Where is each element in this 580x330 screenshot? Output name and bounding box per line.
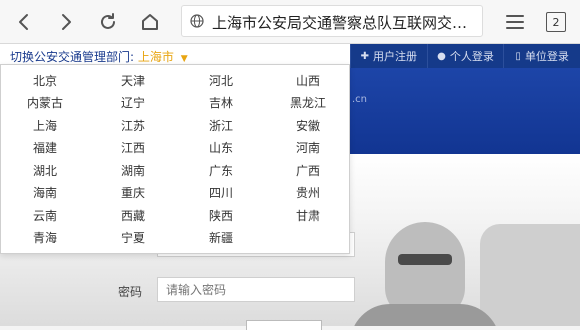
province-option[interactable]: 甘肃	[265, 204, 351, 227]
province-option[interactable]: 福建	[1, 137, 89, 160]
browser-toolbar: 上海市公安局交通警察总队互联网交… 2	[0, 0, 580, 44]
province-option[interactable]: 山西	[265, 69, 351, 92]
province-option[interactable]: 黑龙江	[265, 92, 351, 115]
home-button[interactable]	[136, 8, 164, 36]
province-option[interactable]: 重庆	[89, 182, 177, 205]
province-option[interactable]: 陕西	[177, 204, 265, 227]
forward-button[interactable]	[52, 8, 80, 36]
personal-login-link[interactable]: ● 个人登录	[426, 44, 504, 68]
province-option[interactable]: 江西	[89, 137, 177, 160]
province-option[interactable]: 广西	[265, 159, 351, 182]
reload-button[interactable]	[94, 8, 122, 36]
tab-count-button[interactable]: 2	[546, 12, 566, 32]
globe-icon	[190, 14, 204, 28]
province-option[interactable]: 河北	[177, 69, 265, 92]
plus-icon: ✚	[360, 50, 370, 62]
province-dropdown: 北京 天津 河北 山西内蒙古 辽宁 吉林 黑龙江上海 江苏 浙江 安徽福建 江西 山东 河南湖北 湖南 广东…	[0, 64, 350, 254]
register-link[interactable]: ✚ 用户注册	[350, 44, 427, 68]
province-option[interactable]: 安徽	[265, 114, 351, 137]
province-option[interactable]: 贵州	[265, 182, 351, 205]
dept-switcher-label: 切换公安交通管理部门:	[10, 50, 135, 64]
menu-button[interactable]	[501, 8, 529, 36]
province-option[interactable]: 上海	[1, 114, 89, 137]
chevron-left-icon	[19, 14, 28, 30]
login-button[interactable]	[246, 320, 322, 330]
province-option[interactable]: 湖南	[89, 159, 177, 182]
dept-current-city: 上海市	[137, 50, 174, 64]
province-option[interactable]: 吉林	[177, 92, 265, 115]
password-label: 密码	[118, 285, 143, 299]
province-option[interactable]: 辽宁	[89, 92, 177, 115]
province-option[interactable]: 西藏	[89, 204, 177, 227]
banner-domain-fragment: .cn	[352, 94, 368, 105]
company-login-link[interactable]: ▯ 单位登录	[503, 44, 580, 68]
dept-switcher[interactable]: 切换公安交通管理部门: 上海市 ▼	[10, 48, 188, 65]
province-option[interactable]: 江苏	[89, 114, 177, 137]
company-login-label: 单位登录	[524, 50, 569, 63]
province-option[interactable]: 海南	[1, 182, 89, 205]
province-option[interactable]: 湖北	[1, 159, 89, 182]
reload-icon	[101, 13, 115, 29]
province-option[interactable]: 浙江	[177, 114, 265, 137]
sunglasses-shape	[398, 254, 452, 265]
province-option[interactable]: 内蒙古	[1, 92, 89, 115]
personal-login-label: 个人登录	[449, 50, 494, 63]
province-option[interactable]: 四川	[177, 182, 265, 205]
province-option[interactable]: 山东	[177, 137, 265, 160]
province-option[interactable]: 北京	[1, 69, 89, 92]
hamburger-icon	[506, 15, 524, 29]
address-text: 上海市公安局交通警察总队互联网交…	[212, 14, 468, 32]
province-option[interactable]: 宁夏	[89, 227, 177, 250]
province-option[interactable]: 河南	[265, 137, 351, 160]
province-option[interactable]: 新疆	[177, 227, 265, 250]
person-icon: ●	[437, 50, 446, 62]
province-option[interactable]: 广东	[177, 159, 265, 182]
province-grid: 北京 天津 河北 山西内蒙古 辽宁 吉林 黑龙江上海 江苏 浙江 安徽福建 江西 山东 河南湖北 湖南 广东…	[1, 69, 351, 249]
chevron-right-icon	[62, 14, 71, 30]
password-input[interactable]	[157, 277, 355, 302]
back-button[interactable]	[10, 8, 38, 36]
province-option[interactable]: 云南	[1, 204, 89, 227]
car-seat-shape	[480, 224, 580, 326]
caret-down-icon: ▼	[180, 54, 188, 64]
register-label: 用户注册	[373, 50, 418, 63]
top-links: ✚ 用户注册 ● 个人登录 ▯ 单位登录	[350, 44, 580, 68]
province-option[interactable]: 青海	[1, 227, 89, 250]
province-option[interactable]: 天津	[89, 69, 177, 92]
building-icon: ▯	[515, 50, 521, 62]
driver-body-shape	[350, 304, 500, 326]
home-icon	[142, 14, 158, 30]
address-bar[interactable]: 上海市公安局交通警察总队互联网交…	[181, 5, 483, 37]
